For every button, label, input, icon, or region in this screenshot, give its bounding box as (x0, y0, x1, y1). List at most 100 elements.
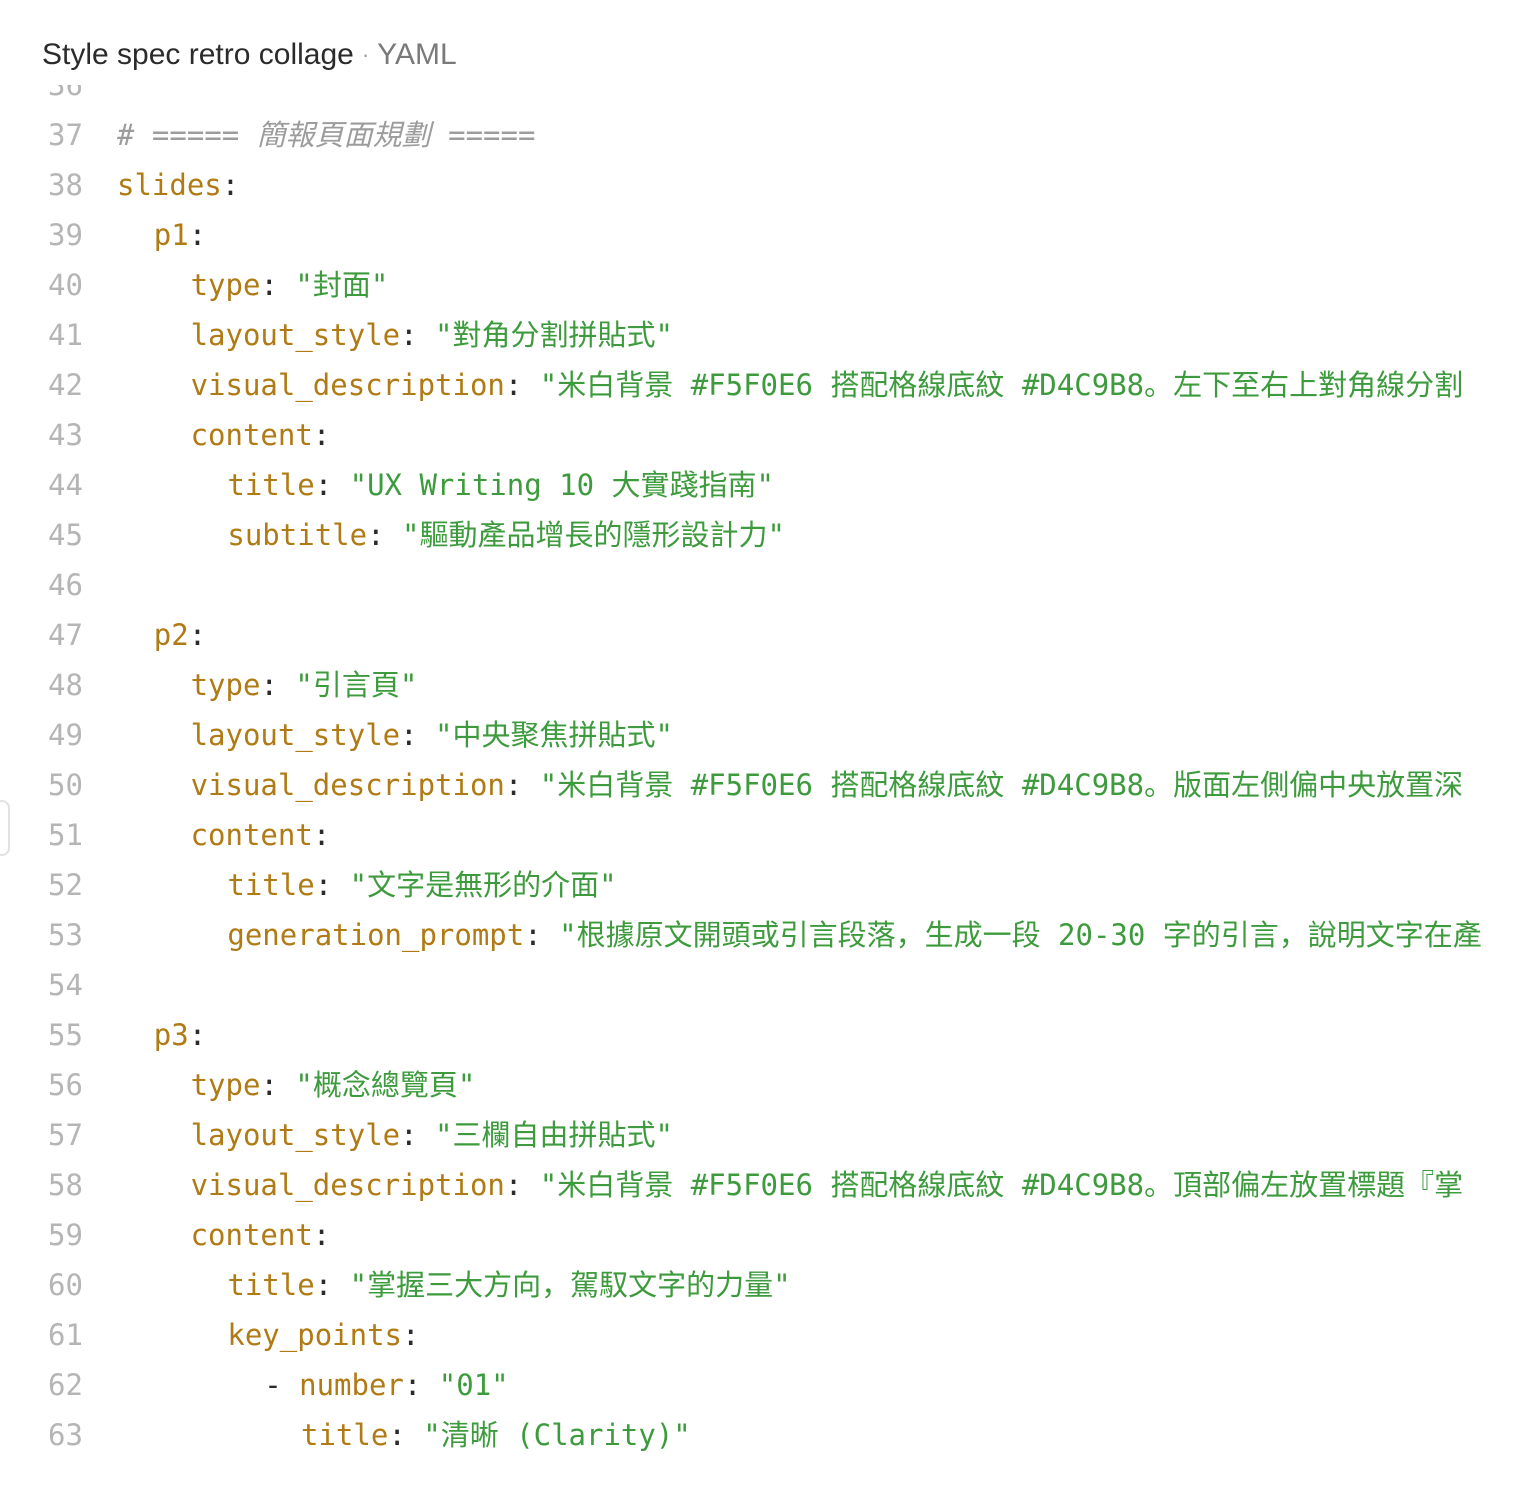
document-title: Style spec retro collage (42, 38, 354, 71)
line-number: 42 (48, 368, 83, 402)
yaml-punctuation: : (221, 168, 240, 202)
yaml-punctuation: : (524, 918, 560, 952)
code-text: generation_prompt: "根據原文開頭或引言段落，生成一段 20-… (227, 910, 1481, 960)
code-text: layout_style: "對角分割拼貼式" (191, 310, 673, 360)
code-line: 55 p3: (0, 1010, 1536, 1060)
code-line: 49 layout_style: "中央聚焦拼貼式" (0, 710, 1536, 760)
line-number: 61 (48, 1318, 83, 1352)
yaml-string: "米白背景 #F5F0E6 搭配格線底紋 #D4C9B8。版面左側偏中央放置深 (539, 768, 1464, 802)
yaml-string: "三欄自由拼貼式" (435, 1118, 673, 1152)
code-line: 54 (0, 960, 1536, 1010)
line-number: 55 (48, 1018, 83, 1052)
code-line: 59 content: (0, 1210, 1536, 1260)
yaml-punctuation: : (400, 318, 436, 352)
yaml-punctuation: : (188, 618, 207, 652)
line-number: 53 (48, 918, 83, 952)
yaml-punctuation: : (314, 868, 350, 902)
code-line: 56 type: "概念總覽頁" (0, 1060, 1536, 1110)
line-number: 36 (48, 85, 83, 102)
yaml-key: number (299, 1368, 404, 1402)
line-number: 48 (48, 668, 83, 702)
code-text: title: "掌握三大方向，駕馭文字的力量" (227, 1260, 790, 1310)
yaml-key: layout_style (190, 718, 401, 752)
yaml-punctuation: : (312, 418, 331, 452)
code-text: title: "清晰 (Clarity)" (301, 1410, 691, 1460)
code-text: visual_description: "米白背景 #F5F0E6 搭配格線底紋… (191, 760, 1463, 810)
yaml-punctuation: : (504, 368, 540, 402)
yaml-punctuation: : (388, 1418, 424, 1452)
yaml-key: generation_prompt (227, 918, 525, 952)
file-header: Style spec retro collage · YAML (42, 30, 457, 80)
line-number: 43 (48, 418, 83, 452)
code-text: - number: "01" (264, 1360, 508, 1410)
yaml-punctuation: : (312, 818, 331, 852)
line-number: 54 (48, 968, 83, 1002)
line-number: 44 (48, 468, 83, 502)
yaml-key: type (190, 268, 261, 302)
code-text: subtitle: "驅動產品增長的隱形設計力" (227, 510, 785, 560)
code-text: # ===== 簡報頁面規劃 ===== (117, 110, 535, 160)
code-line: 57 layout_style: "三欄自由拼貼式" (0, 1110, 1536, 1160)
code-line: 53 generation_prompt: "根據原文開頭或引言段落，生成一段 2… (0, 910, 1536, 960)
yaml-key: title (227, 868, 315, 902)
yaml-string: "文字是無形的介面" (349, 868, 617, 902)
code-line: 40 type: "封面" (0, 260, 1536, 310)
yaml-punctuation: : (504, 1168, 540, 1202)
yaml-string: "米白背景 #F5F0E6 搭配格線底紋 #D4C9B8。左下至右上對角線分割 (539, 368, 1464, 402)
yaml-punctuation: : (400, 718, 436, 752)
line-number: 60 (48, 1268, 83, 1302)
code-text: content: (191, 810, 331, 860)
line-number: 59 (48, 1218, 83, 1252)
code-text: layout_style: "中央聚焦拼貼式" (191, 710, 673, 760)
code-line: 43 content: (0, 410, 1536, 460)
yaml-punctuation: : (188, 1018, 207, 1052)
line-number: 62 (48, 1368, 83, 1402)
code-line: 36 (0, 85, 1536, 110)
code-line: 48 type: "引言頁" (0, 660, 1536, 710)
yaml-punctuation: : (402, 1318, 420, 1352)
yaml-key: type (190, 668, 261, 702)
yaml-string: "UX Writing 10 大實踐指南" (349, 468, 774, 502)
line-number: 50 (48, 768, 83, 802)
code-line: 52 title: "文字是無形的介面" (0, 860, 1536, 910)
yaml-punctuation: : (188, 218, 207, 252)
code-text: layout_style: "三欄自由拼貼式" (191, 1110, 673, 1160)
yaml-punctuation: : (312, 1218, 331, 1252)
line-number: 57 (48, 1118, 83, 1152)
yaml-punctuation: : (504, 768, 540, 802)
code-line: 46 (0, 560, 1536, 610)
code-line: 37 # ===== 簡報頁面規劃 ===== (0, 110, 1536, 160)
yaml-string: "封面" (295, 268, 389, 302)
yaml-key: type (190, 1068, 261, 1102)
yaml-string: "根據原文開頭或引言段落，生成一段 20-30 字的引言，說明文字在產 (559, 918, 1482, 952)
yaml-string: "掌握三大方向，駕馭文字的力量" (349, 1268, 791, 1302)
code-line: 39 p1: (0, 210, 1536, 260)
yaml-comment: # ===== 簡報頁面規劃 ===== (117, 118, 536, 152)
code-text: content: (191, 1210, 331, 1260)
yaml-string: "對角分割拼貼式" (435, 318, 673, 352)
yaml-punctuation: - (264, 1368, 300, 1402)
yaml-key: layout_style (190, 318, 401, 352)
yaml-string: "引言頁" (295, 668, 418, 702)
line-number: 39 (48, 218, 83, 252)
code-line: 42 visual_description: "米白背景 #F5F0E6 搭配格線… (0, 360, 1536, 410)
yaml-key: visual_description (190, 768, 505, 802)
yaml-key: p2 (153, 618, 189, 652)
yaml-key: visual_description (190, 1168, 505, 1202)
yaml-string: "驅動產品增長的隱形設計力" (402, 518, 785, 552)
yaml-key: p1 (153, 218, 189, 252)
line-number: 58 (48, 1168, 83, 1202)
line-number: 38 (48, 168, 83, 202)
yaml-punctuation: : (367, 518, 402, 552)
yaml-punctuation: : (400, 1118, 436, 1152)
code-line: 60 title: "掌握三大方向，駕馭文字的力量" (0, 1260, 1536, 1310)
yaml-string: "概念總覽頁" (295, 1068, 476, 1102)
title-separator: · (361, 42, 370, 67)
yaml-key: layout_style (190, 1118, 401, 1152)
code-line: 58 visual_description: "米白背景 #F5F0E6 搭配格線… (0, 1160, 1536, 1210)
code-viewer[interactable]: 36 37 # ===== 簡報頁面規劃 ===== 38 slides: 39 p1: 40… (0, 85, 1536, 1492)
line-number: 47 (48, 618, 83, 652)
line-number: 56 (48, 1068, 83, 1102)
code-text: title: "文字是無形的介面" (227, 860, 616, 910)
line-number: 52 (48, 868, 83, 902)
